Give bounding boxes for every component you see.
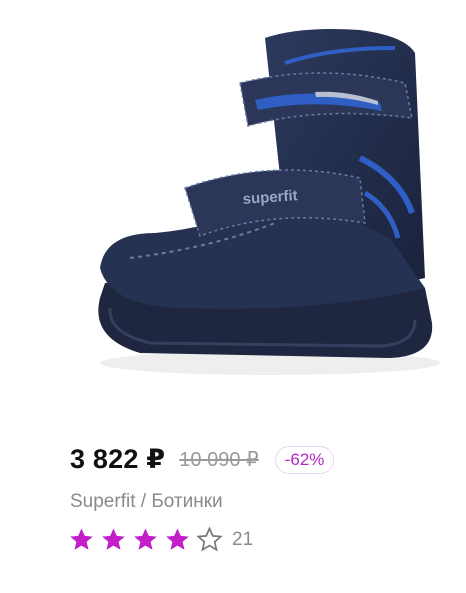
star-icon (102, 528, 125, 550)
discount-badge: -62% (274, 445, 335, 474)
star-icon (70, 528, 93, 550)
product-card[interactable]: superfit 3 822 ₽ 10 090 ₽ -62% Superfit … (0, 0, 466, 593)
product-subtitle[interactable]: Superfit / Ботинки (70, 491, 223, 513)
star-icon (166, 528, 189, 550)
star-icon (134, 528, 157, 550)
current-price: 3 822 ₽ (70, 444, 166, 474)
star-outline-icon (196, 526, 223, 552)
product-image[interactable]: superfit (60, 8, 450, 378)
price-row: 3 822 ₽ 10 090 ₽ -62% (70, 444, 335, 475)
rating-row[interactable]: 21 (68, 526, 253, 553)
old-price: 10 090 ₽ (179, 449, 259, 471)
review-count: 21 (232, 528, 254, 550)
